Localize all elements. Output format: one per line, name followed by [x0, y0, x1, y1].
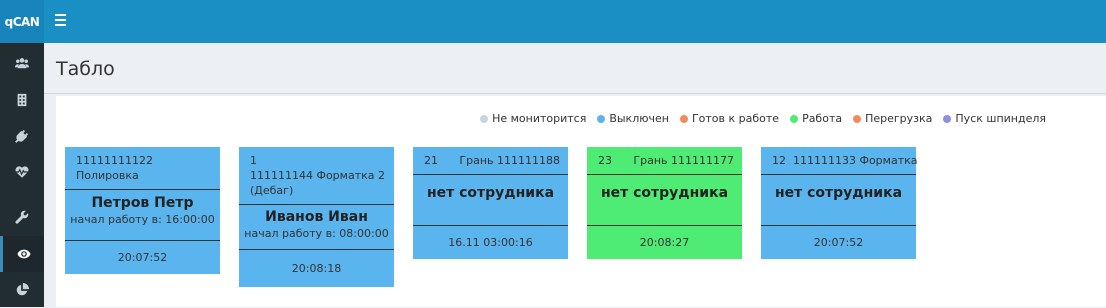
machine-card[interactable]: 23 Грань 111111177 нет сотрудника 20:08:…: [587, 147, 742, 259]
legend-dot: [790, 114, 799, 123]
card-time: 16.11 03:00:16: [448, 236, 533, 249]
card-body: Петров Петр начал работу в: 16:00:00: [65, 190, 220, 241]
card-header: 12 111111133 Форматка: [761, 147, 918, 175]
employee-name: нет сотрудника: [600, 185, 729, 201]
sidebar-item-building[interactable]: [0, 82, 44, 118]
sidebar-item-plug[interactable]: [0, 118, 44, 154]
legend-label: Выключен: [609, 112, 669, 125]
page-title: Табло: [56, 58, 115, 80]
sidebar-item-tablo[interactable]: [0, 236, 44, 272]
page-header: Табло: [44, 43, 1106, 94]
tablo-board: Не мониторится Выключен Готов к работе Р…: [56, 96, 1106, 307]
card-time: 20:08:18: [291, 262, 342, 275]
machine-label: 12 111111133 Форматка: [772, 154, 918, 167]
heartbeat-icon: [15, 166, 29, 178]
top-navbar: qCAN: [0, 0, 1106, 43]
plug-icon: [15, 129, 29, 143]
users-icon: [15, 58, 29, 69]
card-header: 11111111122 Полировка: [65, 147, 220, 190]
machine-sublabel: (Дебаг): [250, 184, 294, 197]
legend-label: Работа: [802, 112, 843, 125]
legend-item-spindle-start: Пуск шпинделя: [943, 112, 1046, 125]
wrench-icon: [15, 210, 29, 224]
card-time: 20:07:52: [117, 251, 168, 264]
legend-item-off: Выключен: [597, 112, 669, 125]
sidebar-item-reports[interactable]: [0, 272, 44, 308]
employee-name: Петров Петр: [91, 195, 194, 211]
machine-card[interactable]: 1 111111144 Форматка 2 (Дебаг) Иванов Ив…: [239, 147, 394, 287]
legend-label: Готов к работе: [691, 112, 780, 125]
machine-number: 23: [598, 154, 612, 167]
machine-label: Грань 111111177: [633, 154, 734, 167]
card-body: Иванов Иван начал работу в: 08:00:00: [239, 205, 394, 250]
card-time: 20:08:27: [639, 236, 690, 249]
legend-item-overload: Перегрузка: [853, 112, 932, 125]
machine-card[interactable]: 12 111111133 Форматка нет сотрудника 20:…: [761, 147, 918, 259]
machine-label: Грань 111111188: [459, 154, 560, 167]
legend-label: Пуск шпинделя: [955, 112, 1046, 125]
legend-item-not-monitored: Не мониторится: [480, 112, 586, 125]
machine-card[interactable]: 21 Грань 111111188 нет сотрудника 16.11 …: [413, 147, 568, 259]
machine-card[interactable]: 11111111122 Полировка Петров Петр начал …: [65, 147, 220, 274]
sidebar-item-wrench[interactable]: [0, 199, 44, 235]
employee-name: Иванов Иван: [265, 209, 368, 225]
card-body: нет сотрудника: [413, 175, 568, 226]
legend-dot: [943, 114, 952, 123]
card-time: 20:07:52: [813, 236, 864, 249]
card-header: 23 Грань 111111177: [587, 147, 742, 175]
card-header: 21 Грань 111111188: [413, 147, 568, 175]
work-start: начал работу в: 08:00:00: [244, 227, 389, 240]
machine-label: 11111111122 Полировка: [76, 154, 153, 182]
app-logo[interactable]: qCAN: [0, 0, 44, 43]
sidebar: [0, 43, 44, 307]
employee-name: нет сотрудника: [426, 185, 555, 201]
legend-item-working: Работа: [790, 112, 842, 125]
employee-name: нет сотрудника: [774, 185, 903, 201]
card-header: 1 111111144 Форматка 2 (Дебаг): [239, 147, 394, 205]
sidebar-item-users[interactable]: [0, 45, 44, 81]
machine-number: 21: [424, 154, 438, 167]
legend-label: Перегрузка: [865, 112, 933, 125]
card-body: нет сотрудника: [587, 175, 742, 226]
work-start: начал работу в: 16:00:00: [70, 213, 215, 226]
card-body: нет сотрудника: [761, 175, 916, 226]
machine-number: 1: [250, 154, 257, 167]
machine-label: 111111144 Форматка 2: [250, 169, 385, 182]
status-legend: Не мониторится Выключен Готов к работе Р…: [480, 112, 1046, 125]
eye-icon: [16, 249, 31, 259]
legend-dot: [853, 114, 862, 123]
legend-dot: [679, 114, 688, 123]
legend-label: Не мониторится: [492, 112, 587, 125]
building-icon: [17, 93, 27, 107]
legend-dot: [597, 114, 606, 123]
legend-dot: [480, 114, 489, 123]
legend-item-ready: Готов к работе: [679, 112, 780, 125]
menu-toggle-icon[interactable]: [55, 14, 66, 26]
pie-chart-icon: [16, 283, 29, 296]
sidebar-item-heartbeat[interactable]: [0, 154, 44, 190]
